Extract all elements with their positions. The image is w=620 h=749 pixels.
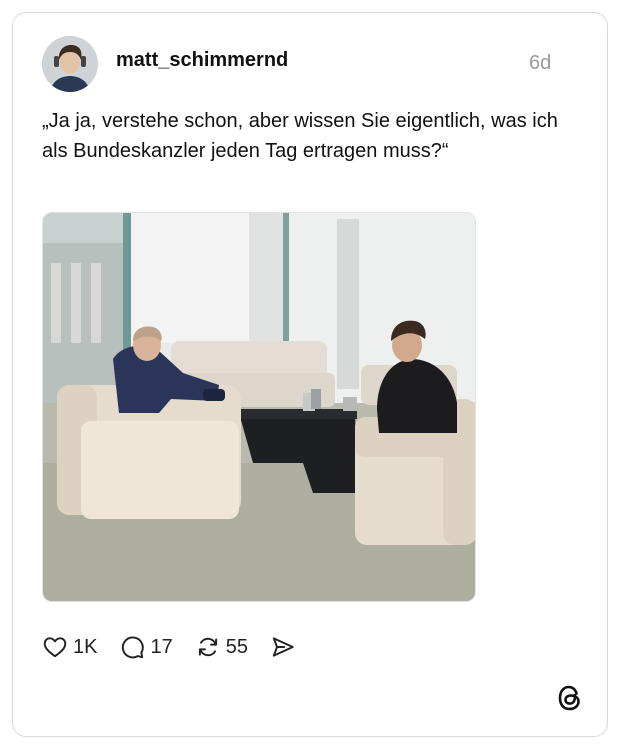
send-icon — [272, 637, 294, 657]
avatar[interactable] — [42, 36, 98, 92]
heart-icon — [43, 637, 67, 658]
action-bar: 1K 17 55 — [42, 632, 318, 662]
comment-bubble-icon — [122, 636, 145, 659]
reply-count: 17 — [150, 635, 173, 658]
like-count: 1K — [73, 635, 98, 658]
post-timestamp: 6d — [529, 52, 552, 74]
username[interactable]: matt_schimmernd — [116, 49, 288, 72]
photo-two-men-in-armchairs — [43, 213, 475, 601]
post-text: „Ja ja, verstehe schon, aber wissen Sie … — [42, 110, 558, 162]
repost-button[interactable]: 55 — [195, 634, 248, 660]
reply-button[interactable]: 17 — [119, 634, 173, 660]
post-image[interactable] — [42, 212, 476, 602]
avatar-image — [42, 36, 98, 92]
repost-icon — [198, 637, 217, 657]
threads-logo-icon[interactable] — [557, 684, 583, 712]
repost-count: 55 — [225, 635, 248, 658]
like-button[interactable]: 1K — [42, 634, 97, 660]
share-button[interactable] — [270, 634, 296, 660]
